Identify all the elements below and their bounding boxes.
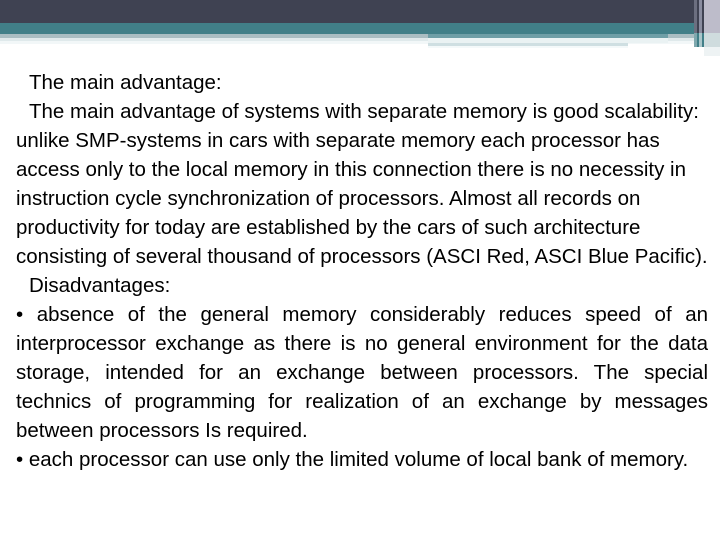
bullet-item-2: • each processor can use only the limite… (16, 448, 689, 471)
header-stripe-5 (704, 0, 720, 33)
heading-disadvantages: Disadvantages: (29, 274, 171, 297)
slide-body-text: The main advantage: The main advantage o… (16, 68, 708, 474)
header-band-teal (0, 23, 720, 34)
heading-main-advantage: The main advantage: (29, 71, 222, 94)
slide-canvas: The main advantage: The main advantage o… (0, 0, 720, 540)
header-band-dark (0, 0, 720, 23)
bullet-item-1: • absence of the general memory consider… (16, 303, 708, 442)
paragraph-main-advantage: The main advantage of systems with separ… (16, 100, 708, 268)
header-accent-bar-hair (428, 46, 628, 48)
header-stripe-10 (704, 33, 720, 47)
decorative-header-banner (0, 0, 720, 56)
header-stripe-11 (704, 47, 720, 56)
